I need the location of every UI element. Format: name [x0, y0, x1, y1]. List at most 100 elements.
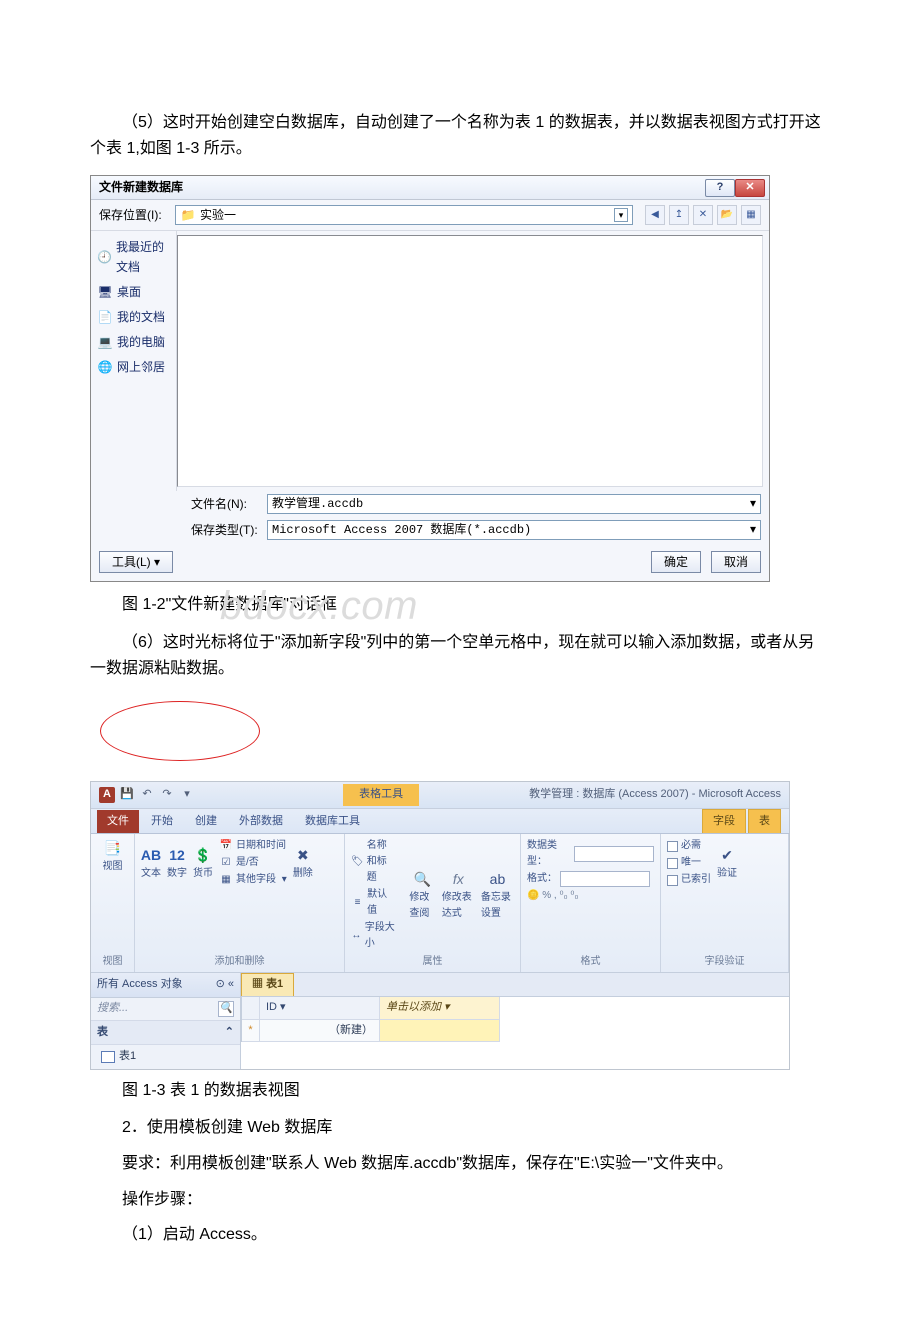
navigation-pane: 所有 Access 对象 ⊙ « 搜索... 🔍 表⌃ 表1	[91, 973, 241, 1068]
access-window: A 💾 ↶ ↷ ▾ 表格工具 教学管理 : 数据库 (Access 2007) …	[90, 781, 790, 1070]
nav-group-tables[interactable]: 表⌃	[91, 1021, 240, 1046]
chevron-down-icon[interactable]: ▾	[750, 521, 756, 540]
tab-db-tools[interactable]: 数据库工具	[295, 810, 370, 834]
back-icon[interactable]: ◀	[645, 205, 665, 225]
tab-external-data[interactable]: 外部数据	[229, 810, 293, 834]
desktop-icon: 🖥	[97, 284, 113, 300]
place-computer[interactable]: 💻我的电脑	[91, 330, 176, 355]
more-fields-button[interactable]: ▦其他字段 ▾	[219, 872, 287, 888]
datatype-row: 数据类型：	[527, 838, 654, 870]
figure-1-2-caption: 图 1-2"文件新建数据库"对话框	[90, 592, 830, 618]
filename-label: 文件名(N):	[191, 495, 261, 514]
save-in-label: 保存位置(I):	[99, 206, 169, 225]
redo-icon[interactable]: ↷	[159, 787, 175, 803]
computer-icon: 💻	[97, 335, 113, 351]
group-label-props: 属性	[351, 952, 514, 970]
tag-icon: 🏷	[351, 855, 364, 869]
tab-home[interactable]: 开始	[141, 810, 183, 834]
file-list-pane[interactable]	[177, 235, 763, 487]
nav-item-table1[interactable]: 表1	[91, 1045, 240, 1069]
more-icon: ▦	[219, 873, 233, 887]
save-in-combo[interactable]: 📁 实验一 ▾	[175, 205, 633, 225]
group-label-view: 视图	[97, 952, 128, 970]
currency-icon: 💲	[193, 845, 213, 865]
delete-icon: ✖	[293, 845, 313, 865]
nav-collapse-icon[interactable]: ⊙ «	[216, 976, 234, 994]
documents-icon: 📄	[97, 310, 113, 326]
column-header-id[interactable]: ID ▾	[260, 997, 380, 1020]
save-icon[interactable]: 💾	[119, 787, 135, 803]
cancel-button[interactable]: 取消	[711, 551, 761, 573]
close-icon[interactable]: ✕	[735, 179, 765, 197]
number-button[interactable]: 12数字	[167, 845, 187, 882]
cell-add-new[interactable]	[380, 1020, 500, 1043]
unique-checkbox[interactable]: 唯一	[667, 855, 711, 871]
new-folder-icon[interactable]: 📂	[717, 205, 737, 225]
delete-icon[interactable]: ✕	[693, 205, 713, 225]
up-icon[interactable]: ↥	[669, 205, 689, 225]
memo-settings-button[interactable]: ab备忘录设置	[481, 869, 514, 922]
access-app-icon: A	[99, 787, 115, 803]
paragraph-step-6: （6）这时光标将位于"添加新字段"列中的第一个空单元格中，现在就可以输入添加数据…	[90, 630, 830, 681]
default-value-button[interactable]: ≡默认值	[351, 887, 395, 919]
column-header-add[interactable]: 单击以添加 ▾	[380, 997, 500, 1020]
currency-button[interactable]: 💲货币	[193, 845, 213, 882]
views-icon[interactable]: ▦	[741, 205, 761, 225]
filename-field[interactable]: 教学管理.accdb ▾	[267, 494, 761, 514]
indexed-checkbox[interactable]: 已索引	[667, 872, 711, 888]
qat-menu-icon[interactable]: ▾	[179, 787, 195, 803]
tab-create[interactable]: 创建	[185, 810, 227, 834]
group-label-adddel: 添加和删除	[141, 952, 338, 970]
ok-button[interactable]: 确定	[651, 551, 701, 573]
place-documents[interactable]: 📄我的文档	[91, 305, 176, 330]
required-checkbox[interactable]: 必需	[667, 838, 711, 854]
paragraph-steps-label: 操作步骤：	[90, 1187, 830, 1213]
tab-file[interactable]: 文件	[97, 810, 139, 834]
undo-icon[interactable]: ↶	[139, 787, 155, 803]
places-bar: 🕘我最近的文档 🖥桌面 📄我的文档 💻我的电脑 🌐网上邻居	[91, 231, 177, 491]
row-selector-header[interactable]	[242, 997, 260, 1020]
tab-fields[interactable]: 字段	[702, 809, 746, 834]
chevron-down-icon[interactable]: ▾	[614, 208, 628, 222]
fx-icon: fx	[448, 869, 468, 889]
sheet-tab-table1[interactable]: ▦ 表1	[241, 973, 294, 996]
nav-search[interactable]: 搜索... 🔍	[91, 998, 240, 1021]
cell-id-new[interactable]: （新建）	[260, 1020, 380, 1043]
text-button[interactable]: AB文本	[141, 845, 161, 882]
filetype-label: 保存类型(T):	[191, 521, 261, 540]
tools-button[interactable]: 工具(L) ▾	[99, 551, 173, 573]
name-caption-button[interactable]: 🏷名称和标题	[351, 838, 395, 886]
modify-lookup-button[interactable]: 🔍修改查阅	[409, 869, 435, 922]
datatype-combo[interactable]	[574, 846, 654, 862]
text-icon: AB	[141, 845, 161, 865]
place-network[interactable]: 🌐网上邻居	[91, 355, 176, 380]
help-icon[interactable]: ?	[705, 179, 735, 197]
yesno-button[interactable]: ☑是/否	[219, 855, 287, 871]
ribbon: 📑 视图 视图 AB文本 12数字 💲货币 📅日期和时间 ☑是/否 ▦其他字段 …	[91, 834, 789, 973]
filetype-combo[interactable]: Microsoft Access 2007 数据库(*.accdb) ▾	[267, 520, 761, 540]
datasheet[interactable]: ID ▾ 单击以添加 ▾ * （新建）	[241, 997, 789, 1042]
format-presets[interactable]: 🪙 % , ⁰₀ ⁰₀	[527, 888, 654, 904]
checkbox-icon: ☑	[219, 856, 233, 870]
tab-table[interactable]: 表	[748, 809, 781, 834]
modify-expression-button[interactable]: fx修改表达式	[442, 869, 475, 922]
chevron-down-icon[interactable]: ▾	[750, 495, 756, 514]
delete-button[interactable]: ✖删除	[293, 845, 313, 882]
new-row-marker: *	[242, 1020, 260, 1043]
nav-header-label: 所有 Access 对象	[97, 976, 183, 994]
place-desktop[interactable]: 🖥桌面	[91, 280, 176, 305]
format-combo[interactable]	[560, 871, 650, 887]
table-icon: ▦	[252, 978, 263, 990]
memo-icon: ab	[487, 869, 507, 889]
view-button[interactable]: 📑 视图	[97, 838, 128, 875]
field-size-button[interactable]: ↔字段大小	[351, 920, 395, 952]
network-icon: 🌐	[97, 360, 113, 376]
validation-button[interactable]: ✔验证	[717, 845, 737, 882]
search-icon[interactable]: 🔍	[218, 1001, 234, 1017]
place-recent[interactable]: 🕘我最近的文档	[91, 235, 176, 279]
group-label-validation: 字段验证	[667, 952, 782, 970]
file-new-db-dialog: 文件新建数据库 ? ✕ 保存位置(I): 📁 实验一 ▾ ◀ ↥ ✕ 📂 ▦	[90, 175, 770, 582]
default-icon: ≡	[351, 896, 364, 910]
datetime-button[interactable]: 📅日期和时间	[219, 838, 287, 854]
heading-2: 2．使用模板创建 Web 数据库	[90, 1115, 830, 1141]
